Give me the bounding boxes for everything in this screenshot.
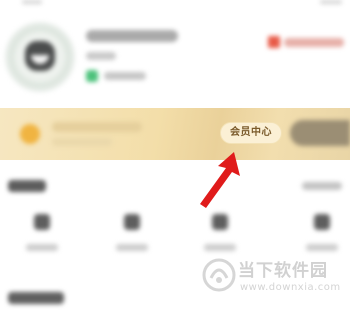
user-subtitle-blurred xyxy=(86,52,116,60)
watermark-url: www.downxia.com xyxy=(240,282,341,293)
status-placeholder xyxy=(320,0,342,4)
crown-icon xyxy=(20,124,40,144)
red-arrow-icon xyxy=(200,152,240,208)
section-more-link[interactable] xyxy=(302,182,342,190)
grid-item-label-blurred xyxy=(116,244,148,251)
banner-subtitle-blurred xyxy=(52,138,112,146)
status-placeholder xyxy=(22,0,42,4)
username-blurred xyxy=(86,30,178,42)
grid-item[interactable] xyxy=(200,214,240,258)
badge-icon xyxy=(268,36,280,48)
watermark-logo-icon xyxy=(202,258,236,292)
banner-title-blurred xyxy=(52,122,142,132)
grid-item[interactable] xyxy=(302,214,342,258)
user-tag-blurred xyxy=(104,72,146,80)
grid-item-label-blurred xyxy=(204,244,236,251)
grid-item-icon xyxy=(314,214,330,230)
verified-icon xyxy=(86,70,98,82)
grid-item-label-blurred xyxy=(306,244,338,251)
profile-action-badge[interactable] xyxy=(268,35,350,51)
avatar[interactable] xyxy=(5,22,75,92)
banner-action-button[interactable] xyxy=(290,120,350,146)
avatar-face xyxy=(25,41,55,71)
grid-item-icon xyxy=(212,214,228,230)
grid-item-icon xyxy=(34,214,50,230)
profile-header xyxy=(0,0,350,108)
grid-item[interactable] xyxy=(112,214,152,258)
section-title-blurred xyxy=(8,180,46,192)
grid-item-icon xyxy=(124,214,140,230)
badge-label-blurred xyxy=(284,38,344,47)
grid-item-label-blurred xyxy=(26,244,58,251)
section-title-blurred xyxy=(8,292,64,304)
grid-item[interactable] xyxy=(22,214,62,258)
member-center-button[interactable]: 会员中心 xyxy=(220,122,282,144)
watermark-text: 当下软件园 xyxy=(238,261,328,281)
